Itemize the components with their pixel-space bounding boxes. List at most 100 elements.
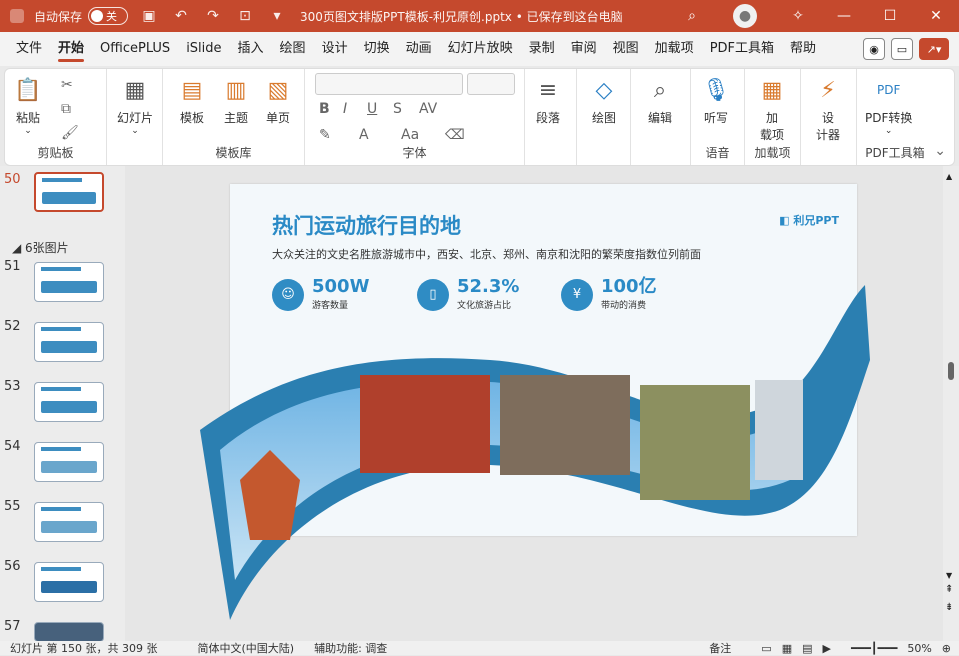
drawing-button[interactable]: ◇ 绘图 bbox=[589, 75, 619, 126]
menu-tab[interactable]: 审阅 bbox=[563, 32, 605, 66]
dictate-label: 听写 bbox=[703, 111, 728, 125]
addins-label-1: 加 bbox=[765, 111, 778, 125]
section-label[interactable]: ◢ 6张图片 bbox=[12, 239, 69, 256]
save-icon[interactable]: ▣ bbox=[138, 8, 160, 24]
scroll-thumb[interactable] bbox=[948, 362, 954, 380]
strikethrough-icon[interactable]: S bbox=[393, 101, 402, 117]
record-icon[interactable]: ◉ bbox=[863, 38, 885, 60]
search-icon: ⌕ bbox=[653, 77, 667, 103]
redo-icon[interactable]: ↷ bbox=[202, 8, 224, 24]
pdf-group-label: PDF工具箱 bbox=[865, 146, 925, 160]
avatar[interactable]: ● bbox=[733, 4, 757, 28]
collapse-ribbon-icon[interactable]: ⌄ bbox=[934, 143, 946, 159]
pdf-convert-button[interactable]: PDF PDF转换 ⌄ bbox=[865, 75, 912, 136]
zoom-slider[interactable]: ━━━┃━━━ bbox=[851, 642, 897, 655]
designer-group: ⚡ 设 计器 bbox=[801, 69, 857, 165]
new-slide-button[interactable]: ▦ 幻灯片 ⌄ bbox=[117, 75, 153, 137]
document-title[interactable]: 300页图文排版PPT模板-利兄原创.pptx • 已保存到这台电脑 bbox=[300, 8, 623, 25]
app-icon bbox=[10, 9, 24, 23]
menu-tab[interactable]: PDF工具箱 bbox=[702, 32, 782, 66]
customize-icon[interactable]: ▾ bbox=[266, 8, 288, 24]
slide-thumbnail[interactable] bbox=[34, 322, 104, 362]
scroll-up-icon[interactable]: ▲ bbox=[946, 172, 952, 181]
bold-icon[interactable]: B bbox=[319, 101, 330, 117]
undo-icon[interactable]: ↶ bbox=[170, 8, 192, 24]
sorter-view-icon[interactable]: ▦ bbox=[782, 642, 792, 655]
slide-title[interactable]: 热门运动旅行目的地 bbox=[272, 210, 461, 240]
comment-icon[interactable]: ▭ bbox=[891, 38, 913, 60]
menu-tab[interactable]: 动画 bbox=[398, 32, 440, 66]
menu-tab[interactable]: 插入 bbox=[230, 32, 272, 66]
slide-thumbnail[interactable] bbox=[34, 442, 104, 482]
paragraph-label: 段落 bbox=[535, 111, 560, 125]
menu-tab[interactable]: 切换 bbox=[356, 32, 398, 66]
underline-icon[interactable]: U bbox=[367, 101, 377, 117]
font-family-select[interactable] bbox=[315, 73, 463, 95]
menu-tab[interactable]: 设计 bbox=[314, 32, 356, 66]
paste-button[interactable]: 📋 粘贴 ⌄ bbox=[13, 75, 43, 137]
italic-icon[interactable]: I bbox=[343, 101, 347, 117]
zoom-level[interactable]: 50% bbox=[907, 642, 931, 655]
menu-tab[interactable]: 绘图 bbox=[272, 32, 314, 66]
maximize-button[interactable]: ☐ bbox=[867, 0, 913, 32]
share-button[interactable]: ↗▾ bbox=[919, 38, 949, 60]
menu-tab[interactable]: 文件 bbox=[8, 32, 50, 66]
change-case-icon[interactable]: Aa bbox=[401, 127, 419, 143]
menu-tab[interactable]: 视图 bbox=[605, 32, 647, 66]
highlight-icon[interactable]: ✎ bbox=[319, 127, 331, 143]
slide-subtitle[interactable]: 大众关注的文史名胜旅游城市中，西安、北京、郑州、南京和沈阳的繁荣度指数位列前面 bbox=[272, 246, 701, 262]
slide-thumbnail[interactable] bbox=[34, 382, 104, 422]
brand-name: 利兄PPT bbox=[793, 214, 839, 227]
reading-view-icon[interactable]: ▤ bbox=[802, 642, 812, 655]
slide-number: 53 bbox=[4, 379, 21, 394]
dictate-button[interactable]: 🎙 听写 bbox=[701, 75, 731, 126]
next-slide-icon[interactable]: ⇟ bbox=[945, 602, 953, 613]
paragraph-button[interactable]: ≡ 段落 bbox=[533, 75, 563, 126]
clear-format-icon[interactable]: ⌫ bbox=[445, 127, 465, 143]
slide-thumbnail[interactable] bbox=[34, 562, 104, 602]
notes-button[interactable]: 备注 bbox=[709, 640, 731, 656]
menu-tab[interactable]: 开始 bbox=[50, 32, 92, 66]
copy-icon[interactable]: ⧉ bbox=[61, 101, 71, 117]
template-button[interactable]: ▤ 模板 bbox=[177, 75, 207, 126]
editing-button[interactable]: ⌕ 编辑 bbox=[645, 75, 675, 126]
autosave-toggle[interactable]: 关 bbox=[88, 7, 129, 25]
slide-thumbnail[interactable] bbox=[34, 172, 104, 212]
cut-icon[interactable]: ✂ bbox=[61, 77, 73, 93]
voice-group-label: 语音 bbox=[705, 146, 730, 160]
slide-thumbnail[interactable] bbox=[34, 262, 104, 302]
font-size-select[interactable] bbox=[467, 73, 515, 95]
slideshow-icon[interactable]: ▶ bbox=[823, 642, 831, 655]
single-page-button[interactable]: ▧ 单页 bbox=[263, 75, 293, 126]
search-icon[interactable]: ⌕ bbox=[669, 0, 715, 32]
paragraph-group: ≡ 段落 bbox=[525, 69, 577, 165]
font-color-icon[interactable]: A bbox=[359, 127, 369, 143]
menu-tab[interactable]: OfficePLUS bbox=[92, 32, 178, 66]
vertical-scrollbar[interactable]: ▲ ▼ ⇞ ⇟ bbox=[943, 166, 959, 641]
spacing-icon[interactable]: AV bbox=[419, 101, 437, 117]
designer-button[interactable]: ⚡ 设 计器 bbox=[813, 75, 843, 143]
lightbulb-icon[interactable]: ✧ bbox=[775, 0, 821, 32]
menu-tab[interactable]: 帮助 bbox=[782, 32, 824, 66]
film-strip-graphic[interactable] bbox=[190, 280, 870, 640]
fit-to-window-icon[interactable]: ⊕ bbox=[942, 642, 951, 655]
scroll-down-icon[interactable]: ▼ bbox=[946, 571, 952, 580]
slide-thumbnail[interactable] bbox=[34, 622, 104, 642]
minimize-button[interactable]: — bbox=[821, 0, 867, 32]
slide-thumbnail[interactable] bbox=[34, 502, 104, 542]
menu-tab[interactable]: 录制 bbox=[521, 32, 563, 66]
menu-tab[interactable]: 幻灯片放映 bbox=[440, 32, 521, 66]
accessibility-status[interactable]: 辅助功能: 调查 bbox=[314, 640, 387, 656]
present-icon[interactable]: ⊡ bbox=[234, 8, 256, 24]
language-indicator[interactable]: 简体中文(中国大陆) bbox=[197, 640, 294, 656]
slide-counter[interactable]: 幻灯片 第 150 张，共 309 张 bbox=[10, 640, 157, 656]
format-painter-icon[interactable]: 🖌 bbox=[61, 125, 79, 141]
close-button[interactable]: ✕ bbox=[913, 0, 959, 32]
menu-tab[interactable]: 加载项 bbox=[647, 32, 702, 66]
stele-photo bbox=[755, 380, 803, 480]
theme-button[interactable]: ▥ 主题 bbox=[221, 75, 251, 126]
previous-slide-icon[interactable]: ⇞ bbox=[945, 584, 953, 595]
normal-view-icon[interactable]: ▭ bbox=[761, 642, 771, 655]
menu-tab[interactable]: iSlide bbox=[178, 32, 229, 66]
addins-button[interactable]: ▦ 加 载项 bbox=[757, 75, 787, 143]
